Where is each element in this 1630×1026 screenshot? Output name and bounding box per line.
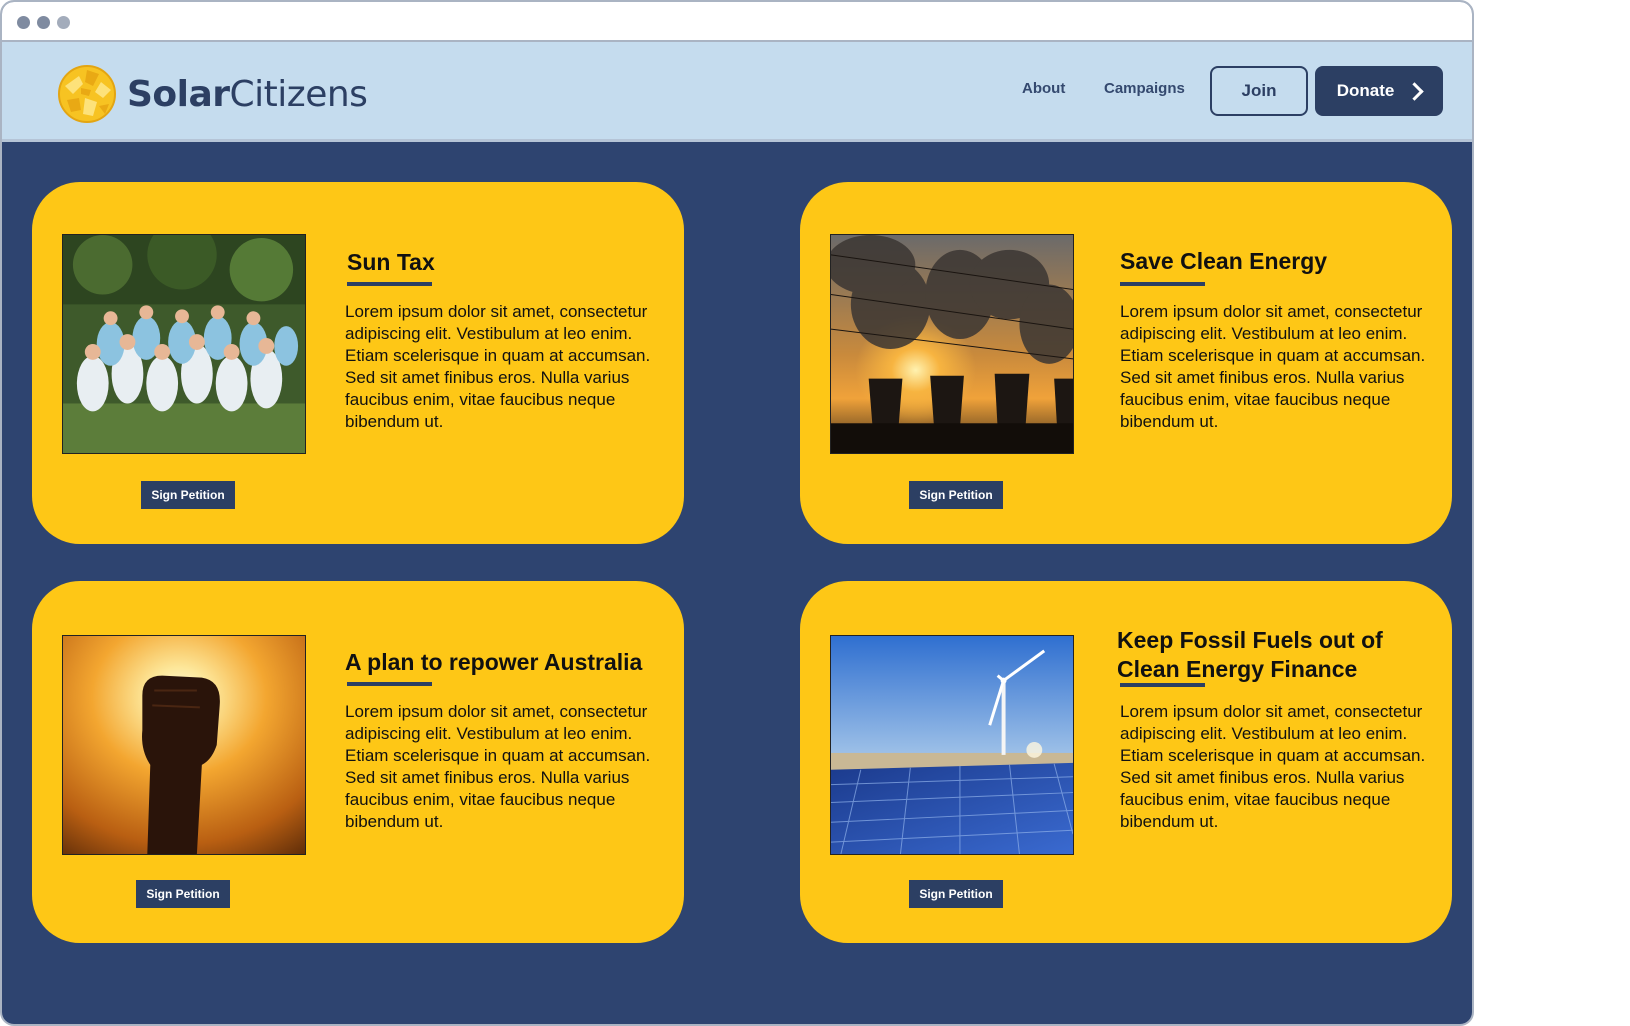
campaign-image bbox=[830, 635, 1074, 855]
campaign-image bbox=[62, 635, 306, 855]
nav-campaigns-link[interactable]: Campaigns bbox=[1104, 80, 1185, 97]
brand-name-bold: Solar bbox=[127, 73, 230, 115]
campaign-description: Lorem ipsum dolor sit amet, consectetur … bbox=[345, 302, 651, 431]
window-chrome bbox=[2, 2, 1472, 42]
campaign-title: Keep Fossil Fuels out of Clean Energy Fi… bbox=[1117, 627, 1383, 682]
window-close-dot[interactable] bbox=[17, 16, 30, 29]
donate-button-label: Donate bbox=[1336, 81, 1395, 100]
chevron-right-icon bbox=[1405, 81, 1425, 101]
campaign-title: A plan to repower Australia bbox=[345, 649, 643, 675]
title-underline bbox=[347, 682, 432, 686]
campaign-card-save-clean-energy: Save Clean Energy Lorem ipsum dolor sit … bbox=[800, 182, 1452, 544]
brand-wordmark: SolarCitizens bbox=[127, 73, 368, 115]
title-underline bbox=[1120, 282, 1205, 286]
window-minimize-dot[interactable] bbox=[37, 16, 50, 29]
sun-logo-icon bbox=[57, 64, 117, 124]
title-underline bbox=[347, 282, 432, 286]
nav-about-link[interactable]: About bbox=[1022, 80, 1065, 97]
campaign-card-sun-tax: Sun Tax Lorem ipsum dolor sit amet, cons… bbox=[32, 182, 684, 544]
campaign-image bbox=[62, 234, 306, 454]
sign-petition-button[interactable]: Sign Petition bbox=[909, 880, 1003, 908]
window-zoom-dot[interactable] bbox=[57, 16, 70, 29]
site-logo[interactable]: SolarCitizens bbox=[57, 64, 368, 124]
title-underline bbox=[1120, 683, 1205, 687]
site-header: SolarCitizens About Campaigns Join Donat… bbox=[2, 42, 1472, 142]
sign-petition-button[interactable]: Sign Petition bbox=[141, 481, 235, 509]
campaign-title: Sun Tax bbox=[347, 249, 435, 275]
campaign-image bbox=[830, 234, 1074, 454]
campaign-description: Lorem ipsum dolor sit amet, consectetur … bbox=[345, 702, 651, 831]
campaign-card-repower-australia: A plan to repower Australia Lorem ipsum … bbox=[32, 581, 684, 943]
donate-button[interactable]: Donate bbox=[1315, 66, 1443, 116]
sign-petition-button[interactable]: Sign Petition bbox=[909, 481, 1003, 509]
browser-window: SolarCitizens About Campaigns Join Donat… bbox=[0, 0, 1474, 1026]
campaign-description: Lorem ipsum dolor sit amet, consectetur … bbox=[1120, 702, 1426, 831]
campaign-card-keep-fossil-fuels-out: Keep Fossil Fuels out of Clean Energy Fi… bbox=[800, 581, 1452, 943]
join-button-label: Join bbox=[1241, 81, 1277, 100]
brand-name-light: Citizens bbox=[229, 73, 368, 115]
campaign-title: Save Clean Energy bbox=[1120, 248, 1328, 274]
join-button[interactable]: Join bbox=[1210, 66, 1308, 116]
sign-petition-button[interactable]: Sign Petition bbox=[136, 880, 230, 908]
campaign-description: Lorem ipsum dolor sit amet, consectetur … bbox=[1120, 302, 1426, 431]
